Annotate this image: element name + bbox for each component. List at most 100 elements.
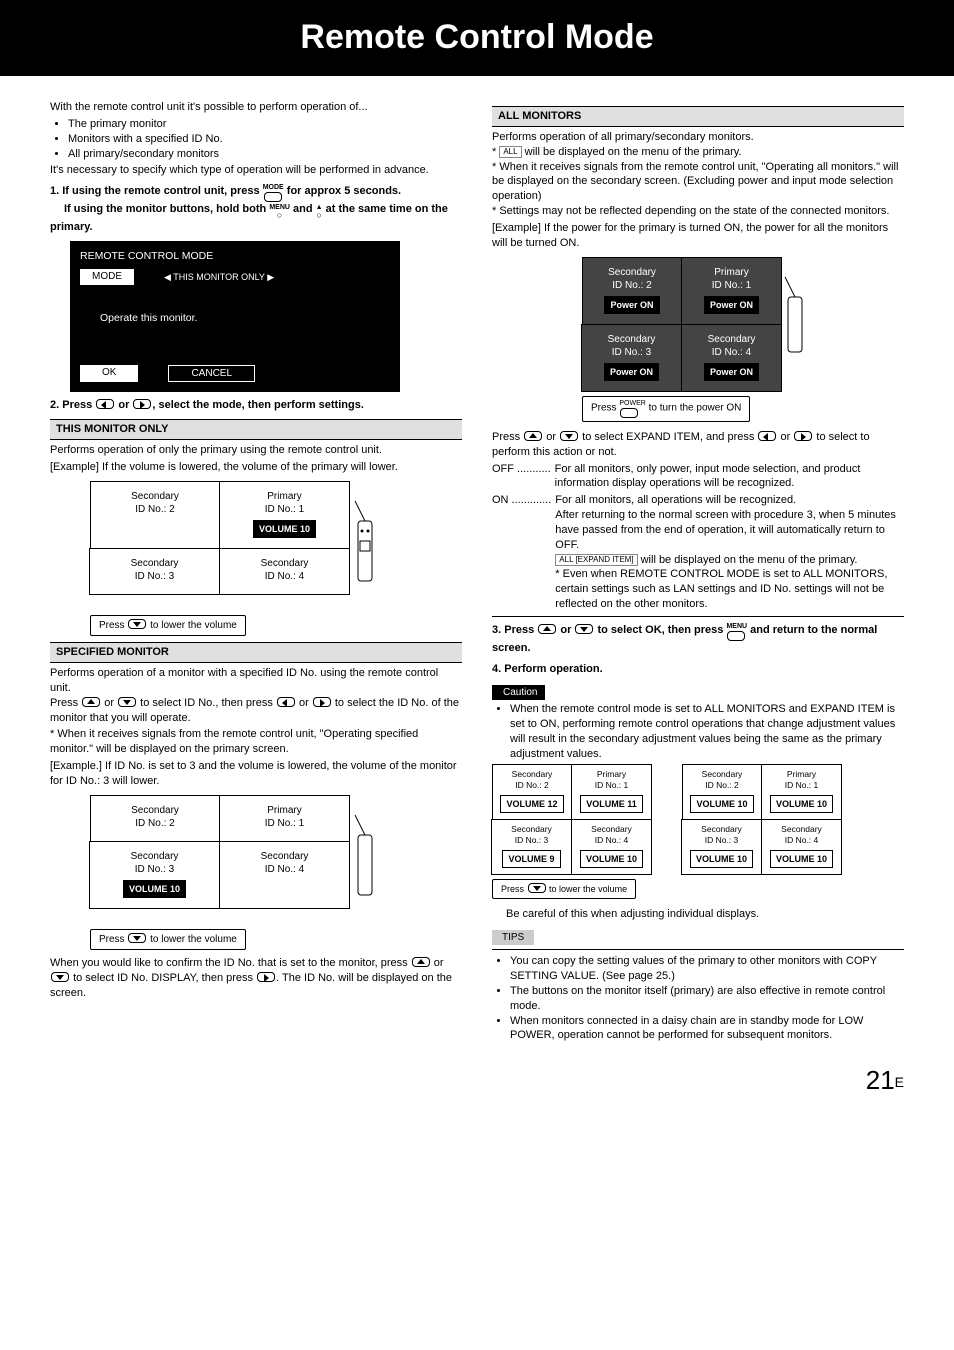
grid-cell: Secondary ID No.: 3 Power ON [581,324,682,392]
intro-item: Monitors with a specified ID No. [68,132,462,147]
off-body: For all monitors, only power, input mode… [551,462,904,492]
cell-title: Secondary [686,333,777,347]
separator [492,616,904,617]
osd-title: REMOTE CONTROL MODE [80,249,390,263]
step2-text: Press [62,399,92,411]
grid-cell: Secondary ID No.: 3 VOLUME 10 [89,841,220,909]
all-example: [Example] If the power for the primary i… [492,221,904,251]
t: will be displayed on the menu of the pri… [525,146,742,158]
cell-id: ID No.: 4 [224,570,345,584]
step-3: 3. Press or to select OK, then press MEN… [492,623,904,656]
expand-line: Press or to select EXPAND ITEM, and pres… [492,430,904,460]
osd-screen: REMOTE CONTROL MODE MODE ◀ THIS MONITOR … [70,241,400,392]
page-number: 21E [50,1063,904,1098]
intro-item: The primary monitor [68,117,462,132]
remote-icon [782,257,810,377]
press-label: Press [99,934,125,945]
cell-id: ID No.: 1 [224,817,345,831]
volume-badge: VOLUME 10 [253,520,316,538]
grid-cell: SecondaryID No.: 2VOLUME 10 [682,764,762,820]
step-2: 2. Press or , select the mode, then perf… [50,398,462,413]
mode-icon-label: MODE [263,184,284,191]
step4-text: Perform operation. [504,663,602,675]
on-body3-line: ALL [EXPAND ITEM] will be displayed on t… [555,553,904,568]
cell-id: ID No.: 3 [94,570,215,584]
grid-cell: SecondaryID No.: 3VOLUME 10 [681,819,762,875]
caution-tail: Be careful of this when adjusting indivi… [506,907,904,922]
press-tail: to turn the power ON [649,402,742,413]
all-expand-badge: ALL [EXPAND ITEM] [555,554,637,567]
specified-diagram: Secondary ID No.: 2 Primary ID No.: 1 Se… [90,795,462,951]
grid-cell: Secondary ID No.: 2 Power ON [582,257,682,325]
on-row: ON ............. For all monitors, all o… [492,493,904,612]
tip-item: The buttons on the monitor itself (prima… [510,984,904,1014]
press-tail: to lower the volume [150,620,237,631]
caution-tag: Caution [492,685,545,701]
volume-badge: VOLUME 10 [123,880,186,898]
grid-cell: Secondary ID No.: 2 [90,481,220,549]
specified-p2: Press or to select ID No., then press or… [50,696,462,726]
down-button-icon [128,933,146,943]
osd-cancel: CANCEL [168,365,255,383]
step1-tail: for approx 5 seconds. [287,185,401,197]
cell-id: ID No.: 2 [95,503,215,517]
cell-title: Secondary [94,557,215,571]
press-row: Press to lower the volume [90,929,246,951]
cell-title: Primary [224,804,345,818]
cell-title: Secondary [95,804,215,818]
grid-cell: Secondary ID No.: 4 Power ON [681,324,782,392]
cell-title: Secondary [95,490,215,504]
press-label: Press [591,402,617,413]
separator [492,949,904,950]
t: or [560,624,571,636]
right-button-icon [257,972,275,982]
cell-title: Secondary [94,850,215,864]
tip-item: You can copy the setting values of the p… [510,954,904,984]
power-badge: Power ON [604,363,659,381]
left-button-icon [96,399,114,409]
left-column: With the remote control unit it's possib… [50,100,462,1045]
grid-cell: Secondary ID No.: 4 [219,841,350,909]
t: to select OK, then press [597,624,723,636]
grid-cell: SecondaryID No.: 2VOLUME 12 [492,764,572,820]
osd-option: ◀ THIS MONITOR ONLY ▶ [164,271,274,283]
t: or [780,431,790,443]
press-row: Press to lower the volume [492,879,636,899]
down-button-icon [528,883,546,893]
specified-note: * When it receives signals from the remo… [50,727,462,757]
cell-id: ID No.: 1 [686,279,777,293]
specified-head: SPECIFIED MONITOR [50,642,462,663]
t: When you would like to confirm the ID No… [50,957,408,969]
cell-id: ID No.: 1 [224,503,345,517]
step-1: 1. If using the remote control unit, pre… [50,184,462,235]
all-diagram: Secondary ID No.: 2 Power ON Primary ID … [582,257,904,422]
cell-id: ID No.: 3 [94,863,215,877]
up-button-icon [82,697,100,707]
tips-list: You can copy the setting values of the p… [492,954,904,1043]
press-tail: to lower the volume [150,934,237,945]
all-badge: ALL [499,146,521,159]
cell-id: ID No.: 3 [586,346,677,360]
t: or [299,697,309,709]
up-button-icon [412,957,430,967]
grid-cell: SecondaryID No.: 4VOLUME 10 [761,819,842,875]
up-button-icon [524,431,542,441]
on-body: For all monitors, all operations will be… [555,493,904,508]
t: to select ID No., then press [140,697,273,709]
grid-cell: Secondary ID No.: 2 [90,795,220,842]
cell-id: ID No.: 4 [686,346,777,360]
specified-example: [Example.] If ID No. is set to 3 and the… [50,759,462,789]
step2-mid: or [118,399,129,411]
menu-icon-label: MENU [726,623,747,630]
all-p1: Performs operation of all primary/second… [492,130,904,145]
power-badge: Power ON [704,363,759,381]
off-label: OFF ........... [492,462,551,492]
step-4: 4. Perform operation. [492,662,904,677]
grid-cell: Secondary ID No.: 4 [219,548,350,595]
caution-diagram: SecondaryID No.: 2VOLUME 12 PrimaryID No… [492,764,904,899]
specified-confirm: When you would like to confirm the ID No… [50,956,462,1001]
cell-title: Primary [686,266,777,280]
all-n2: * When it receives signals from the remo… [492,160,904,205]
step1b-mid: and [293,203,313,215]
down-button-icon [128,619,146,629]
